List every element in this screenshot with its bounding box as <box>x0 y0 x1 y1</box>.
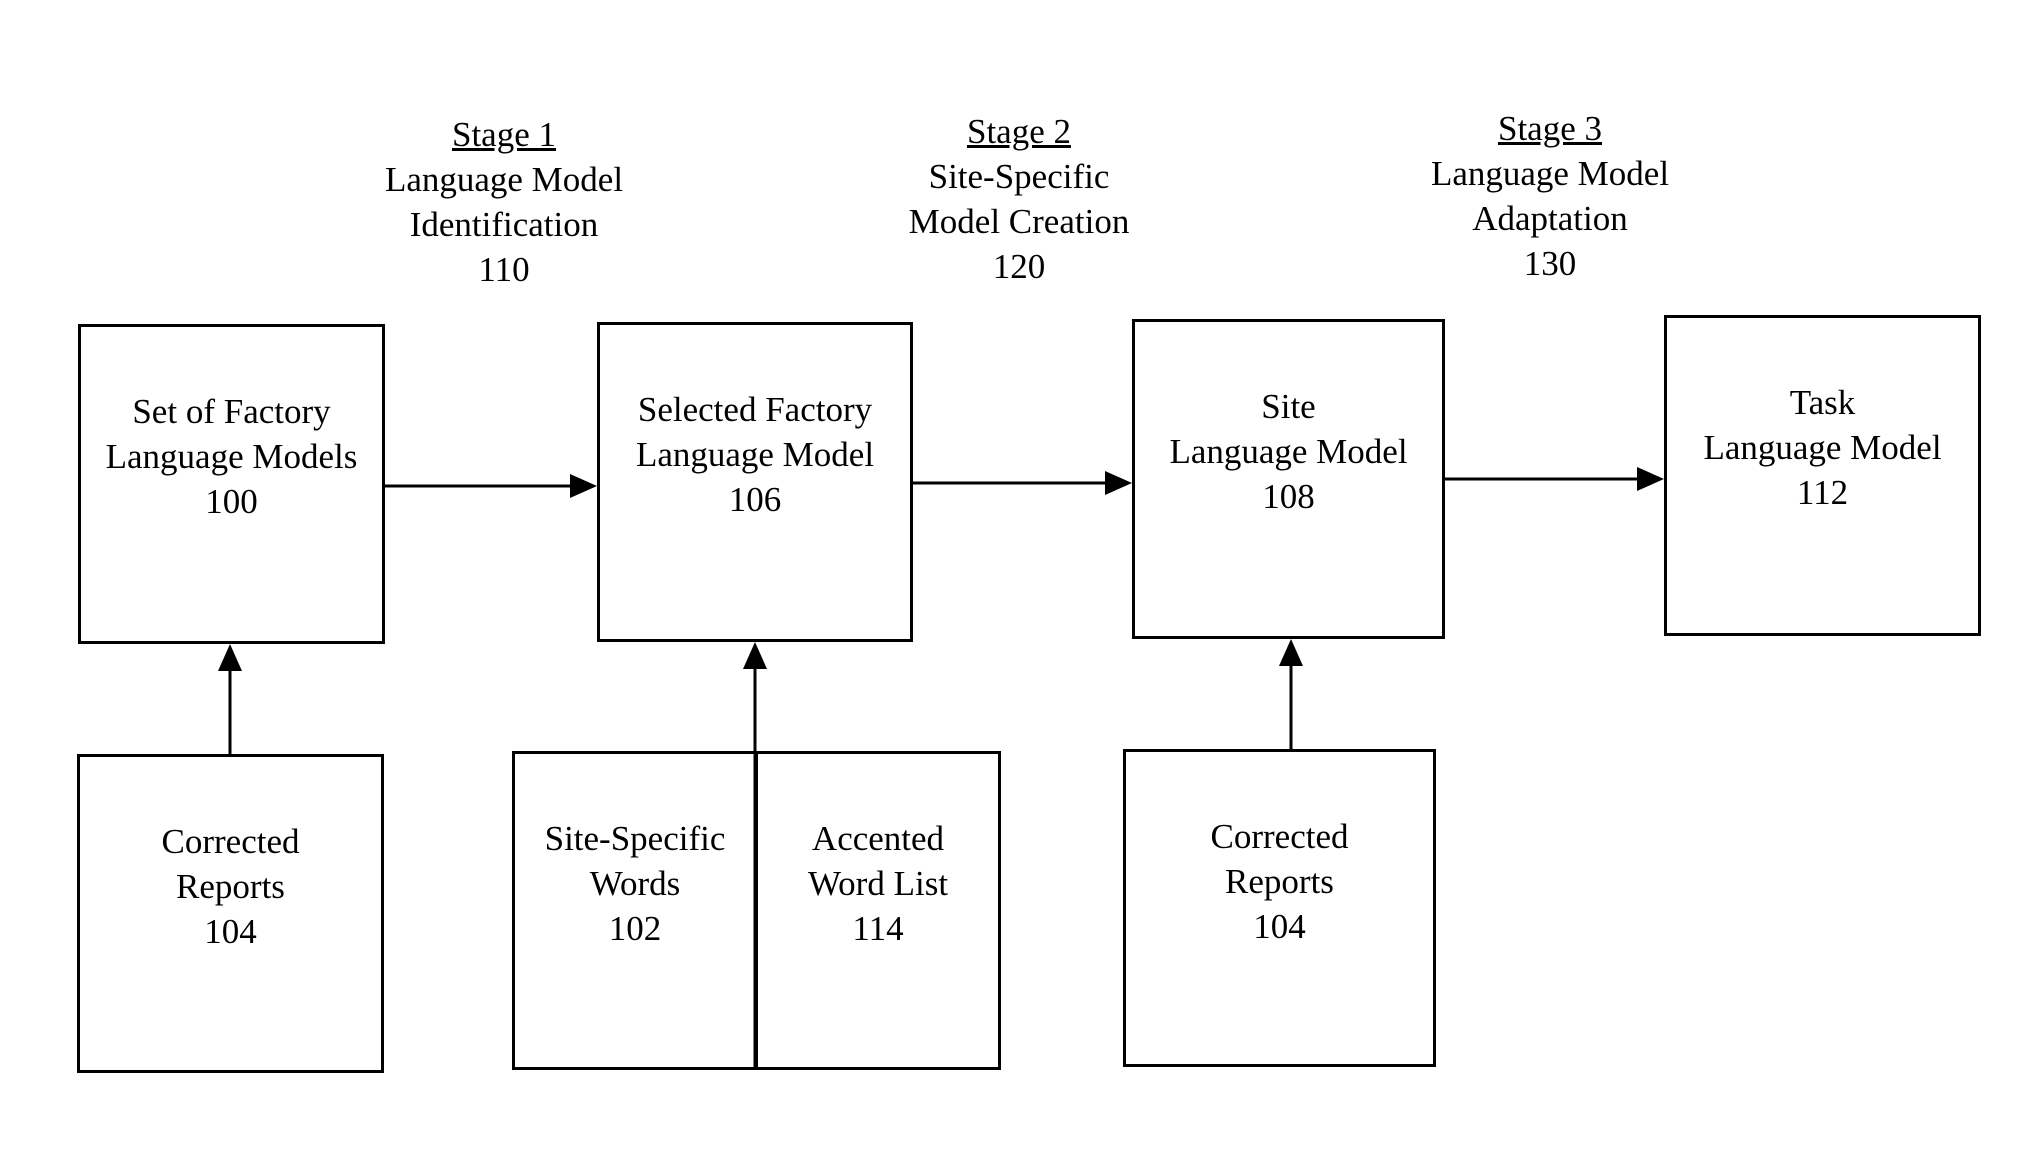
arrow-site-to-task <box>1445 467 1664 491</box>
arrowhead-icon <box>570 474 597 498</box>
arrowhead-icon <box>218 644 242 671</box>
arrowhead-icon <box>1637 467 1664 491</box>
arrow-reports-to-site <box>1279 639 1303 749</box>
arrow-selected-to-site <box>913 471 1132 495</box>
arrowhead-icon <box>1105 471 1132 495</box>
arrow-words-to-selected <box>743 642 767 1070</box>
connectors <box>218 467 1664 1070</box>
arrowhead-icon <box>743 642 767 669</box>
arrow-factory-to-selected <box>385 474 597 498</box>
arrow-reports-to-factory <box>218 644 242 754</box>
arrowhead-icon <box>1279 639 1303 666</box>
